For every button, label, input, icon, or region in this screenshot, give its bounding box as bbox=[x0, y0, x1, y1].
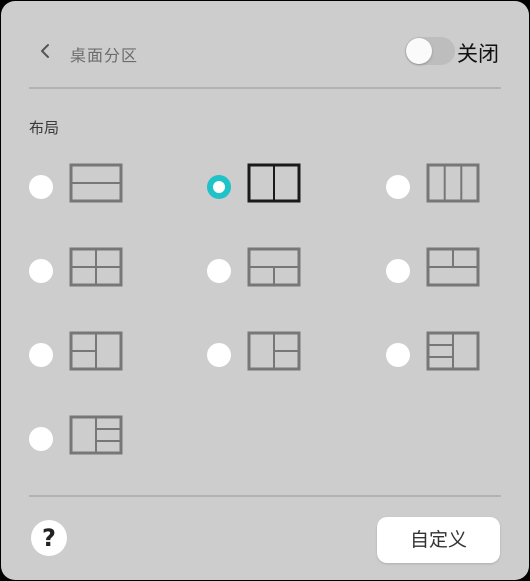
layout-radio-top-one-bottom-two[interactable] bbox=[207, 259, 231, 283]
layout-radio-left-two-right-one[interactable] bbox=[29, 343, 53, 367]
layout-option-left-three-right-one[interactable] bbox=[386, 331, 506, 381]
layout-radio-three-columns[interactable] bbox=[386, 175, 410, 199]
layout-left-one-right-two-icon bbox=[247, 331, 301, 371]
layout-option-left-one-right-two[interactable] bbox=[207, 331, 327, 381]
layout-left-one-right-three-icon bbox=[69, 415, 123, 455]
chevron-left-icon[interactable] bbox=[37, 40, 55, 62]
layout-option-left-two-right-one[interactable] bbox=[29, 331, 149, 381]
toggle-knob bbox=[406, 38, 432, 64]
layout-left-three-right-one-icon bbox=[426, 331, 480, 371]
help-button[interactable]: ? bbox=[31, 520, 67, 556]
desktop-partition-panel: 桌面分区 关闭 布局 ? 自定义 bbox=[1, 1, 529, 580]
layout-radio-two-rows[interactable] bbox=[29, 175, 53, 199]
layout-option-three-columns[interactable] bbox=[386, 163, 506, 213]
layout-option-top-two-bottom-one[interactable] bbox=[386, 247, 506, 297]
layout-radio-two-columns[interactable] bbox=[207, 175, 231, 199]
layout-radio-top-two-bottom-one[interactable] bbox=[386, 259, 410, 283]
layout-two-columns-icon bbox=[247, 163, 301, 203]
toggle-label: 关闭 bbox=[457, 42, 499, 66]
partition-toggle[interactable] bbox=[405, 37, 455, 65]
layout-left-two-right-one-icon bbox=[69, 331, 123, 371]
layout-three-columns-icon bbox=[426, 163, 480, 203]
layout-four-grid-icon bbox=[69, 247, 123, 287]
layout-option-top-one-bottom-two[interactable] bbox=[207, 247, 327, 297]
page-title: 桌面分区 bbox=[70, 46, 139, 65]
custom-button[interactable]: 自定义 bbox=[377, 517, 500, 563]
layout-radio-left-three-right-one[interactable] bbox=[386, 343, 410, 367]
header-divider bbox=[29, 87, 501, 89]
layout-top-two-bottom-one-icon bbox=[426, 247, 480, 287]
layout-radio-four-grid[interactable] bbox=[29, 259, 53, 283]
layout-radio-left-one-right-three[interactable] bbox=[29, 427, 53, 451]
layout-top-one-bottom-two-icon bbox=[247, 247, 301, 287]
layout-option-four-grid[interactable] bbox=[29, 247, 149, 297]
layout-two-rows-icon bbox=[69, 163, 123, 203]
layout-option-two-columns[interactable] bbox=[207, 163, 327, 213]
layout-option-two-rows[interactable] bbox=[29, 163, 149, 213]
layout-radio-left-one-right-two[interactable] bbox=[207, 343, 231, 367]
layout-section-label: 布局 bbox=[29, 119, 60, 137]
footer-divider bbox=[29, 495, 501, 497]
layout-option-left-one-right-three[interactable] bbox=[29, 415, 149, 465]
